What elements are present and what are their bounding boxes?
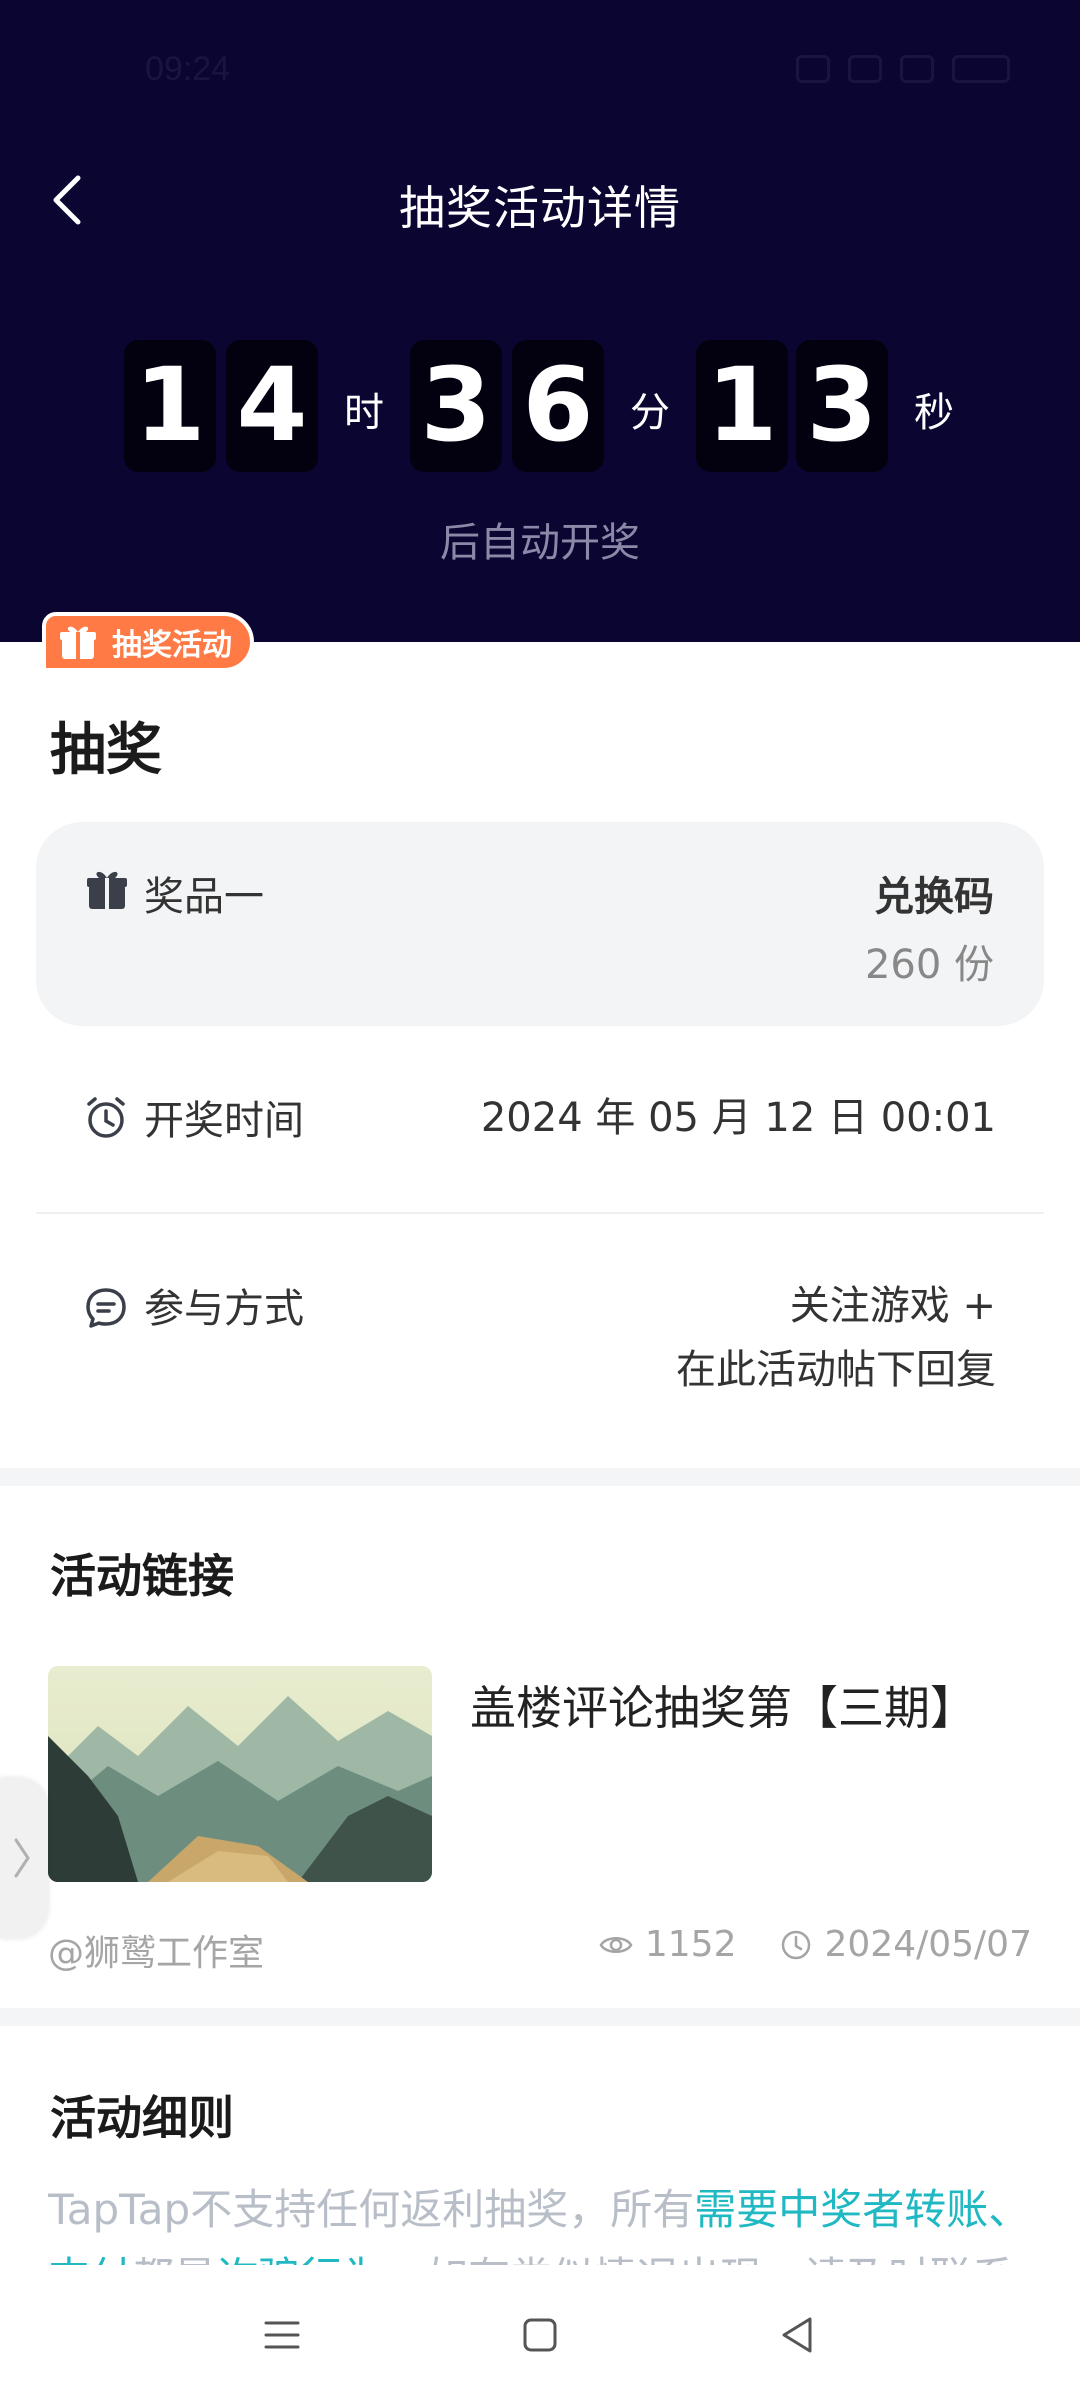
battery-icon bbox=[952, 55, 1010, 83]
hour-unit: 时 bbox=[344, 390, 384, 436]
prize-card: 奖品一 兑换码 260 份 bbox=[36, 822, 1044, 1026]
prize-name: 奖品一 bbox=[144, 874, 264, 920]
gift-icon bbox=[87, 871, 127, 909]
back-triangle-icon[interactable] bbox=[768, 2305, 828, 2365]
participation-value-line2: 在此活动帖下回复 bbox=[676, 1347, 996, 1393]
countdown-second-digit: 3 bbox=[796, 340, 888, 472]
prize-type: 兑换码 bbox=[874, 874, 994, 920]
section-gap bbox=[0, 2008, 1080, 2026]
prize-count: 260 份 bbox=[864, 942, 994, 988]
badge-label: 抽奖活动 bbox=[112, 628, 232, 663]
countdown-minute-digit: 6 bbox=[512, 340, 604, 472]
status-icons bbox=[796, 52, 1010, 86]
activity-link-title: 活动链接 bbox=[50, 1549, 234, 1603]
nav-bar: 抽奖活动详情 bbox=[0, 150, 1080, 250]
participation-value-line1: 关注游戏 + bbox=[789, 1283, 996, 1329]
chevron-right-icon bbox=[14, 1838, 30, 1878]
countdown-second-digit: 1 bbox=[696, 340, 788, 472]
countdown-caption: 后自动开奖 bbox=[440, 520, 640, 566]
section-gap bbox=[0, 1468, 1080, 1486]
header: 09:24 抽奖活动详情 1 4 时 3 6 分 1 3 秒 后自动开奖 bbox=[0, 0, 1080, 642]
lottery-badge: 抽奖活动 bbox=[42, 612, 254, 672]
link-thumbnail[interactable] bbox=[48, 1666, 432, 1882]
post-date: 2024/05/07 bbox=[824, 1924, 1033, 1965]
chat-bubble-icon bbox=[86, 1288, 126, 1328]
menu-icon[interactable] bbox=[252, 2305, 312, 2365]
countdown-minute-digit: 3 bbox=[410, 340, 502, 472]
rules-text-part: TapTap不支持任何返利抽奖，所有 bbox=[48, 2185, 695, 2234]
alarm-clock-icon bbox=[87, 1097, 125, 1138]
eye-icon bbox=[599, 1936, 633, 1953]
link-author[interactable]: @狮鹫工作室 bbox=[48, 1924, 264, 1976]
status-time: 09:24 bbox=[145, 50, 231, 88]
page-title: 抽奖活动详情 bbox=[399, 182, 681, 234]
draw-time-row: 开奖时间 2024 年 05 月 12 日 00:01 bbox=[0, 1086, 1080, 1152]
participation-row: 参与方式 关注游戏 + 在此活动帖下回复 bbox=[0, 1272, 1080, 1412]
link-meta: 1152 2024/05/07 bbox=[599, 1924, 1032, 1965]
alarm-icon bbox=[796, 55, 830, 83]
countdown-hour-digit: 1 bbox=[124, 340, 216, 472]
clock-icon bbox=[781, 1930, 810, 1959]
countdown: 1 4 时 3 6 分 1 3 秒 bbox=[0, 340, 1080, 475]
view-count: 1152 bbox=[644, 1924, 737, 1965]
side-drawer-tab[interactable] bbox=[0, 1778, 48, 1938]
participation-value: 关注游戏 + 在此活动帖下回复 bbox=[676, 1274, 996, 1402]
minute-unit: 分 bbox=[630, 390, 670, 436]
system-nav-bar bbox=[0, 2265, 1080, 2400]
landscape-thumbnail-image bbox=[48, 1666, 432, 1882]
home-icon[interactable] bbox=[510, 2305, 570, 2365]
countdown-hour-digit: 4 bbox=[226, 340, 318, 472]
divider bbox=[36, 1212, 1044, 1214]
status-bar: 09:24 bbox=[0, 0, 1080, 140]
draw-time-value: 2024 年 05 月 12 日 00:01 bbox=[480, 1095, 996, 1141]
participation-label: 参与方式 bbox=[144, 1286, 304, 1332]
signal-icon bbox=[900, 55, 934, 83]
gift-icon bbox=[60, 626, 96, 659]
link-title[interactable]: 盖楼评论抽奖第【三期】 bbox=[470, 1672, 976, 1738]
draw-time-label: 开奖时间 bbox=[144, 1098, 304, 1144]
rules-title: 活动细则 bbox=[50, 2091, 234, 2145]
second-unit: 秒 bbox=[914, 390, 954, 436]
bluetooth-icon bbox=[848, 55, 882, 83]
lottery-title: 抽奖 bbox=[50, 718, 162, 783]
